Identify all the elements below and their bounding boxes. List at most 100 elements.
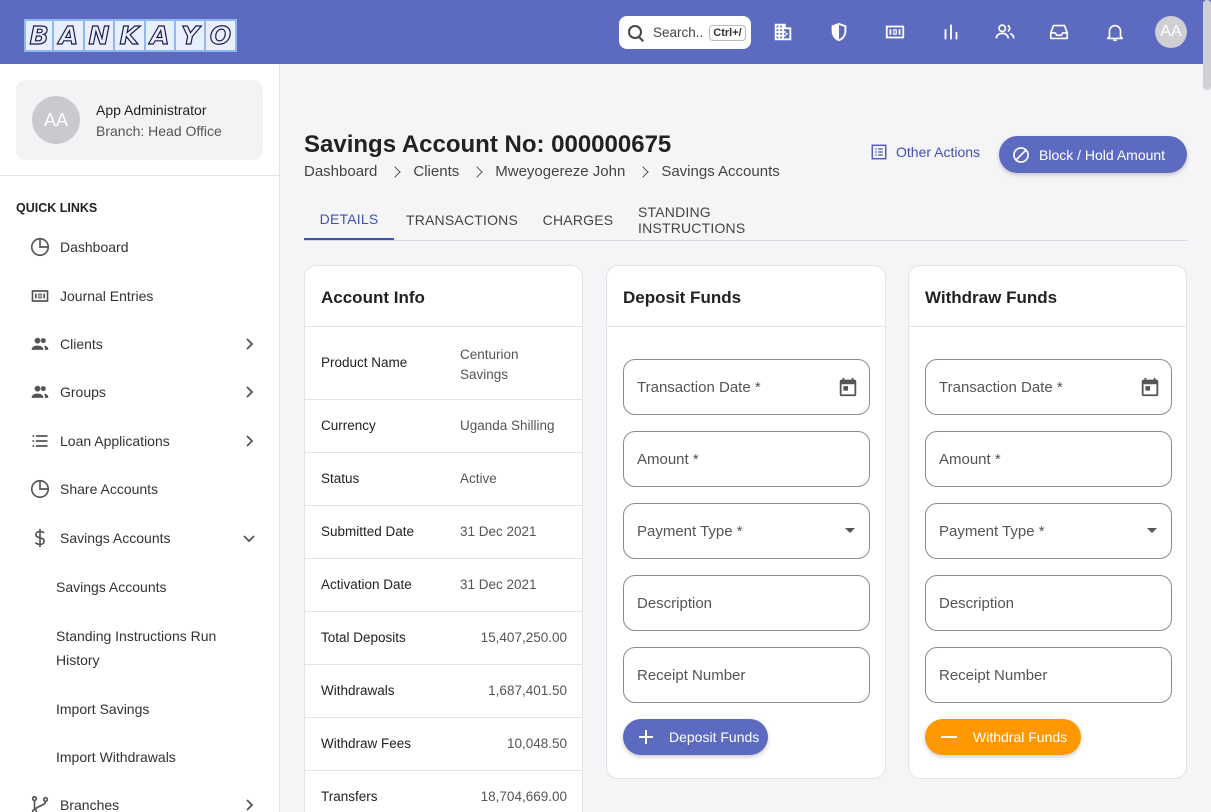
user-avatar[interactable]: AA: [1155, 16, 1187, 48]
withdraw-funds-button[interactable]: Withdral Funds: [925, 719, 1081, 755]
sidebar-item-groups[interactable]: Groups: [28, 379, 264, 405]
user-card[interactable]: AA App Administrator Branch: Head Office: [16, 80, 263, 160]
bell-icon[interactable]: [1103, 20, 1127, 44]
block-icon: [1013, 146, 1029, 163]
pie-chart-icon: [28, 235, 52, 259]
sidebar-subitem-savings-accounts[interactable]: Savings Accounts: [56, 575, 256, 599]
info-value: Active: [460, 471, 497, 486]
sidebar-item-loan-applications[interactable]: Loan Applications: [28, 428, 264, 454]
calendar-icon[interactable]: [837, 376, 859, 398]
sidebar-item-label: Groups: [60, 384, 106, 400]
info-label: Submitted Date: [321, 524, 415, 539]
breadcrumb-client-name[interactable]: Mweyogereze John: [495, 163, 625, 180]
logo-letter: B: [24, 19, 55, 52]
payment-type-select[interactable]: Payment Type *: [623, 503, 870, 559]
sidebar: AA App Administrator Branch: Head Office…: [0, 64, 280, 812]
info-value: 18,704,669.00: [480, 789, 567, 804]
people-icon: [28, 380, 52, 404]
page-scrollbar[interactable]: [1203, 0, 1211, 90]
block-hold-amount-button[interactable]: Block / Hold Amount: [999, 136, 1187, 173]
description-field[interactable]: Description: [925, 575, 1172, 631]
chart-icon[interactable]: [939, 20, 963, 44]
search-box[interactable]: Search.. Ctrl+/: [619, 16, 751, 49]
account-info-card: Account Info Product Name Centurion Savi…: [304, 265, 583, 812]
sidebar-subitem-import-savings[interactable]: Import Savings: [56, 697, 256, 721]
tab-transactions[interactable]: TRANSACTIONS: [404, 200, 520, 240]
chevron-right-icon: [637, 165, 649, 178]
other-actions-button[interactable]: Other Actions: [870, 143, 980, 161]
people-icon[interactable]: [993, 20, 1017, 44]
sidebar-item-savings-accounts[interactable]: Savings Accounts: [28, 525, 264, 551]
sidebar-item-label: Branches: [60, 797, 120, 812]
info-row-product-name: Product Name Centurion Savings: [305, 327, 583, 400]
field-label: Payment Type *: [939, 522, 1045, 540]
dollar-icon: [28, 526, 52, 550]
logo-letter: K: [115, 19, 146, 52]
calendar-icon[interactable]: [1139, 376, 1161, 398]
sidebar-item-clients[interactable]: Clients: [28, 331, 264, 357]
minus-icon: [941, 736, 957, 738]
tab-details[interactable]: DETAILS: [304, 200, 394, 240]
sidebar-subitem-standing-instructions-run-history[interactable]: Standing Instructions Run History: [56, 624, 256, 672]
breadcrumb-dashboard[interactable]: Dashboard: [304, 163, 377, 180]
sidebar-subitem-import-withdrawals[interactable]: Import Withdrawals: [56, 745, 256, 769]
card-title: Account Info: [321, 288, 425, 307]
info-value: Uganda Shilling: [460, 418, 555, 433]
search-shortcut: Ctrl+/: [709, 24, 746, 41]
counter-icon[interactable]: [883, 20, 907, 44]
divider: [909, 326, 1186, 327]
dropdown-arrow-icon: [1147, 528, 1157, 533]
payment-type-select[interactable]: Payment Type *: [925, 503, 1172, 559]
field-label: Receipt Number: [939, 666, 1048, 684]
top-app-bar: B A N K A Y O Search.. Ctrl+/ AA: [0, 0, 1211, 64]
tab-charges[interactable]: CHARGES: [542, 200, 614, 240]
inbox-icon[interactable]: [1047, 20, 1071, 44]
chevron-right-icon: [246, 386, 254, 398]
dropdown-arrow-icon: [845, 528, 855, 533]
amount-field[interactable]: Amount *: [623, 431, 870, 487]
logo-letter: Y: [175, 19, 207, 52]
sidebar-item-label: Loan Applications: [60, 433, 170, 449]
deposit-funds-button[interactable]: Deposit Funds: [623, 719, 768, 755]
other-actions-label: Other Actions: [896, 144, 981, 160]
chevron-right-icon: [246, 799, 254, 811]
branch-icon: [28, 793, 52, 812]
avatar: AA: [32, 96, 80, 144]
bankayo-logo[interactable]: B A N K A Y O: [24, 19, 237, 52]
user-name: App Administrator: [96, 102, 207, 118]
field-label: Transaction Date *: [939, 378, 1063, 396]
counter-icon: [28, 284, 52, 308]
description-field[interactable]: Description: [623, 575, 870, 631]
sidebar-item-label: Dashboard: [60, 239, 129, 255]
info-label: Transfers: [321, 789, 378, 804]
info-row-activation-date: Activation Date 31 Dec 2021: [305, 559, 583, 612]
sidebar-item-branches[interactable]: Branches: [28, 792, 264, 812]
info-row-total-deposits: Total Deposits 15,407,250.00: [305, 612, 583, 665]
deposit-funds-card: Deposit Funds Transaction Date * Amount …: [606, 265, 886, 779]
field-label: Description: [939, 594, 1015, 612]
info-row-currency: Currency Uganda Shilling: [305, 400, 583, 453]
receipt-number-field[interactable]: Receipt Number: [623, 647, 870, 703]
sidebar-item-journal-entries[interactable]: Journal Entries: [28, 283, 264, 309]
info-value: 15,407,250.00: [480, 630, 567, 645]
receipt-number-field[interactable]: Receipt Number: [925, 647, 1172, 703]
tab-standing-instructions[interactable]: STANDING INSTRUCTIONS: [638, 200, 818, 240]
amount-field[interactable]: Amount *: [925, 431, 1172, 487]
search-placeholder: Search..: [653, 25, 704, 40]
breadcrumb-clients[interactable]: Clients: [413, 163, 459, 180]
sidebar-item-share-accounts[interactable]: Share Accounts: [28, 476, 264, 502]
withdraw-funds-card: Withdraw Funds Transaction Date * Amount…: [908, 265, 1187, 779]
info-value: 31 Dec 2021: [460, 577, 537, 592]
sidebar-item-label: Share Accounts: [60, 481, 159, 497]
shield-icon[interactable]: [827, 20, 851, 44]
tab-bar: DETAILS TRANSACTIONS CHARGES STANDING IN…: [304, 200, 1187, 241]
info-label: Currency: [321, 418, 376, 433]
info-row-status: Status Active: [305, 453, 583, 506]
sidebar-item-label: Savings Accounts: [60, 530, 171, 546]
transaction-date-field[interactable]: Transaction Date *: [925, 359, 1172, 415]
transaction-date-field[interactable]: Transaction Date *: [623, 359, 870, 415]
office-icon[interactable]: [771, 20, 795, 44]
people-icon: [28, 332, 52, 356]
chevron-right-icon: [471, 165, 483, 178]
sidebar-item-dashboard[interactable]: Dashboard: [28, 234, 264, 260]
